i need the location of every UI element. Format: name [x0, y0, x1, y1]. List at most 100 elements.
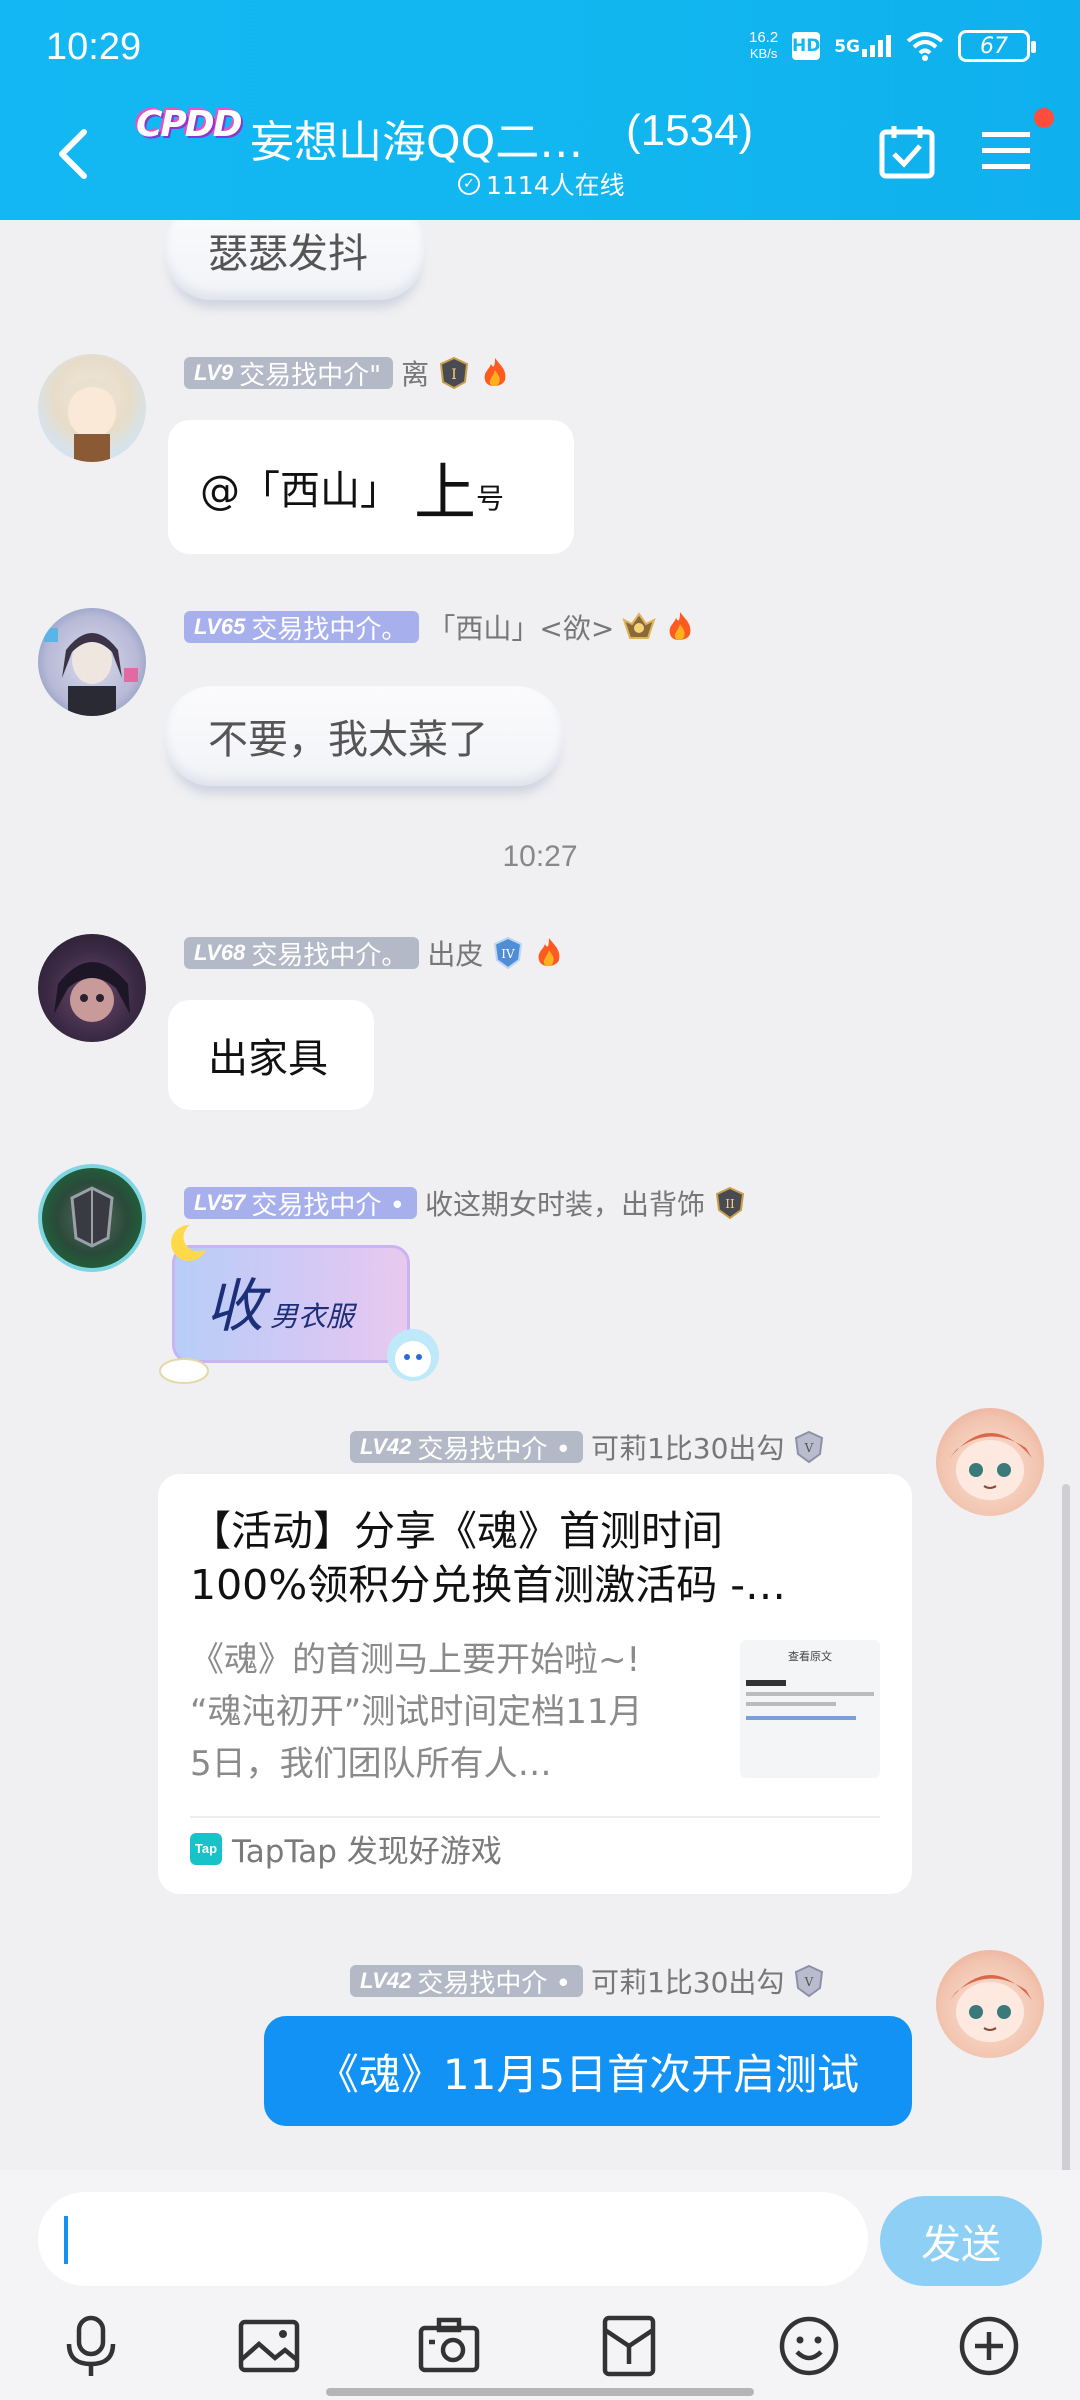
level-badge: LV42 交易找中介 • [350, 1431, 583, 1465]
emoji-button[interactable] [772, 2312, 846, 2380]
input-area: 发送 [0, 2170, 1080, 2400]
sender-nickname[interactable]: 离 [401, 353, 429, 393]
network-speed-value: 16.2 [749, 29, 779, 46]
level-value: LV68 [194, 940, 246, 965]
avatar[interactable] [38, 354, 146, 462]
message-input[interactable] [38, 2192, 868, 2286]
image-button[interactable] [232, 2312, 306, 2380]
level-title: 交易找中介。 [251, 940, 408, 971]
message-bubble[interactable]: 不要，我太菜了 [164, 686, 564, 786]
sender-nickname[interactable]: 可莉1比30出勾 [591, 1961, 784, 2001]
rank-badge-icon: II [715, 1186, 745, 1220]
level-value: LV42 [360, 1434, 412, 1459]
calendar-check-button[interactable] [878, 124, 936, 180]
message-text: 瑟瑟发抖 [208, 231, 368, 277]
microphone-icon [66, 2315, 116, 2376]
sender-meta: LV42 交易找中介 • 可莉1比30出勾 V [350, 1961, 826, 2001]
message-bubble[interactable]: 出家具 [168, 1000, 374, 1110]
level-badge: LV9 交易找中介" [184, 357, 394, 391]
message-bubble[interactable]: 《魂》11月5日首次开启测试 [264, 2016, 912, 2126]
fire-icon [669, 612, 691, 641]
avatar-image [44, 628, 138, 716]
status-icons: 16.2 KB/s HD 5G 67 [749, 30, 1036, 62]
message-text: 不要，我太菜了 [208, 717, 488, 763]
message-bubble[interactable]: @「西山」 上 号 [168, 420, 574, 554]
message-list[interactable]: 瑟瑟发抖 LV9 交易找中介" 离 I @「西山」 上 号 LV65 交易找中介。 … [0, 220, 1080, 2170]
avatar-image [70, 1186, 114, 1248]
network-speed: 16.2 KB/s [749, 30, 778, 62]
send-button[interactable]: 发送 [880, 2196, 1042, 2286]
sender-nickname[interactable]: 可莉1比30出勾 [591, 1427, 784, 1467]
share-card[interactable]: 【活动】分享《魂》首测时间 100%领积分兑换首测激活码 -… 《魂》的首测马上… [158, 1474, 912, 1894]
message-bubble[interactable]: 瑟瑟发抖 [164, 220, 426, 300]
divider [190, 1816, 880, 1818]
group-title[interactable]: 妄想山海QQ二… [250, 106, 583, 170]
svg-text:IV: IV [502, 947, 516, 961]
avatar[interactable] [38, 608, 146, 716]
message-text-large: 上 [414, 456, 477, 529]
sender-meta: LV9 交易找中介" 离 I [184, 353, 511, 393]
avatar[interactable] [936, 1950, 1044, 2058]
notification-dot [1034, 108, 1054, 128]
red-packet-icon [602, 2315, 656, 2377]
sender-meta: LV68 交易找中介。 出皮 IV [184, 933, 565, 973]
scrollbar[interactable] [1062, 1484, 1070, 2170]
back-button[interactable] [50, 124, 96, 184]
sticker-text-sub: 男衣服 [270, 1300, 355, 1333]
thumbnail-line [746, 1692, 874, 1696]
chat-header: 10:29 16.2 KB/s HD 5G 67 CPDD 妄想山海QQ二… (… [0, 0, 1080, 220]
thumbnail-line [746, 1680, 786, 1686]
level-badge: LV68 交易找中介。 [184, 937, 420, 971]
sender-meta: LV42 交易找中介 • 可莉1比30出勾 V [350, 1427, 826, 1467]
fire-icon [539, 938, 560, 967]
avatar[interactable] [38, 934, 146, 1042]
rank-badge-icon: V [795, 1964, 824, 1998]
share-card-desc-line: 5日，我们团队所有人… [190, 1744, 552, 1784]
sender-nickname[interactable]: 收这期女时装，出背饰 [425, 1183, 705, 1223]
message-text-small: 号 [476, 482, 505, 515]
share-card-source-label: TapTap 发现好游戏 [232, 1834, 502, 1870]
plus-icon [959, 2316, 1019, 2376]
sticker-text: 收男衣服 [206, 1259, 354, 1343]
svg-text:I: I [451, 367, 457, 383]
share-card-title-line: 【活动】分享《魂》首测时间 [190, 1507, 723, 1555]
sender-nickname[interactable]: 出皮 [427, 933, 483, 973]
level-value: LV9 [194, 360, 234, 385]
sender-meta: LV65 交易找中介。 「西山」<欲> [184, 607, 696, 647]
level-badge: LV42 交易找中介 • [350, 1965, 583, 1999]
cloud-icon [159, 1358, 209, 1384]
level-title: 交易找中介 • [417, 1434, 571, 1465]
level-title: 交易找中介 • [417, 1968, 571, 1999]
voice-button[interactable] [54, 2312, 128, 2380]
avatar-image [950, 1433, 1032, 1500]
level-value: LV57 [194, 1190, 246, 1215]
home-indicator[interactable] [326, 2388, 754, 2396]
share-card-title: 【活动】分享《魂》首测时间 100%领积分兑换首测激活码 -… [190, 1504, 850, 1612]
red-packet-button[interactable] [592, 2312, 666, 2380]
share-card-title-line: 100%领积分兑换首测激活码 -… [190, 1561, 787, 1609]
network-type: 5G [834, 37, 860, 57]
level-title: 交易找中介 • [251, 1190, 405, 1221]
level-title: 交易找中介" [239, 360, 382, 391]
level-value: LV65 [194, 614, 246, 639]
status-bar: 10:29 16.2 KB/s HD 5G 67 [0, 0, 1080, 100]
thumbnail-line [746, 1702, 836, 1706]
mascot-icon [387, 1329, 439, 1381]
level-title: 交易找中介。 [251, 614, 408, 645]
avatar[interactable] [38, 1164, 146, 1272]
avatar[interactable] [936, 1408, 1044, 1516]
message-text: 《魂》11月5日首次开启测试 [316, 2049, 860, 2099]
share-card-desc-line: “魂沌初开”测试时间定档11月 [190, 1692, 643, 1732]
sender-meta: LV57 交易找中介 • 收这期女时装，出背饰 II [184, 1183, 747, 1223]
sender-nickname[interactable]: 「西山」<欲> [427, 607, 614, 647]
thumbnail-title: 查看原文 [788, 1650, 832, 1663]
camera-button[interactable] [412, 2312, 486, 2380]
rank-badge-icon: I [440, 356, 469, 390]
rank-badge-icon [622, 612, 657, 639]
menu-button[interactable] [980, 128, 1032, 174]
sticker-message[interactable]: 收男衣服 [159, 1224, 440, 1384]
wifi-icon [906, 32, 944, 61]
more-button[interactable] [952, 2312, 1026, 2380]
rank-badge-icon: IV [494, 936, 523, 970]
signal-icon: 5G [834, 35, 892, 57]
